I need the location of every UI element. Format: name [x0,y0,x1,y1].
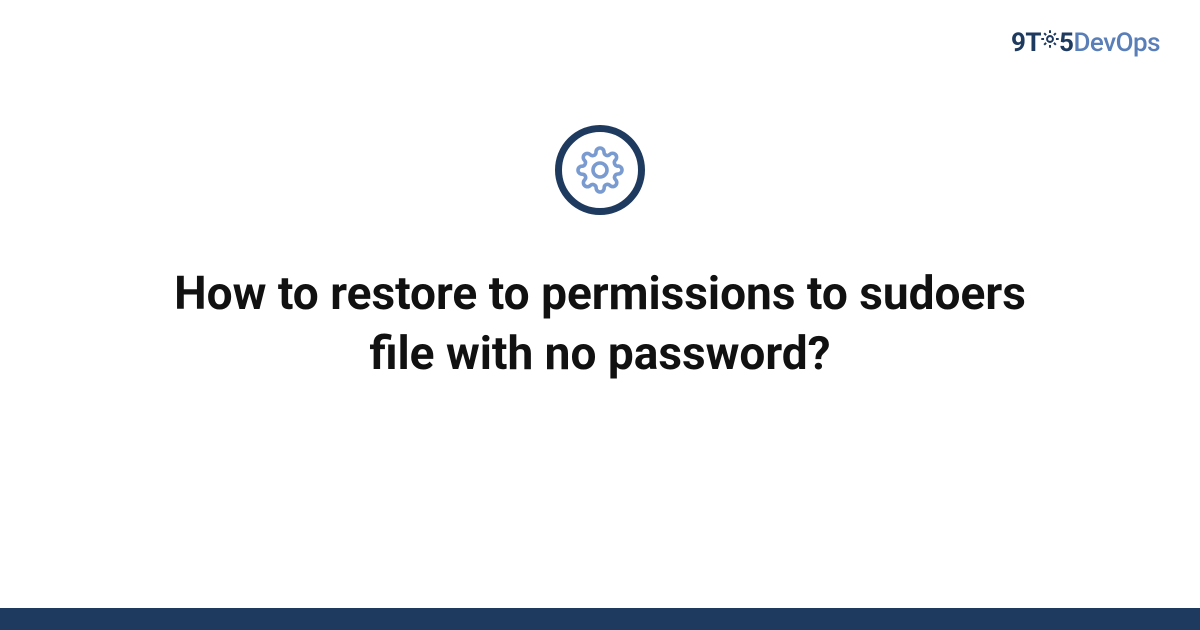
page-title: How to restore to permissions to sudoers… [100,265,1100,385]
site-logo: 9T 5DevOps [1011,28,1160,59]
main-content: How to restore to permissions to sudoers… [0,125,1200,385]
logo-text-suffix: DevOps [1073,28,1160,58]
footer-accent-bar [0,608,1200,630]
logo-gear-icon [1039,27,1061,57]
logo-text-prefix: 9T [1011,28,1041,58]
main-gear-badge [555,125,645,215]
gear-icon [576,146,624,194]
logo-text-middle: 5 [1059,28,1073,58]
